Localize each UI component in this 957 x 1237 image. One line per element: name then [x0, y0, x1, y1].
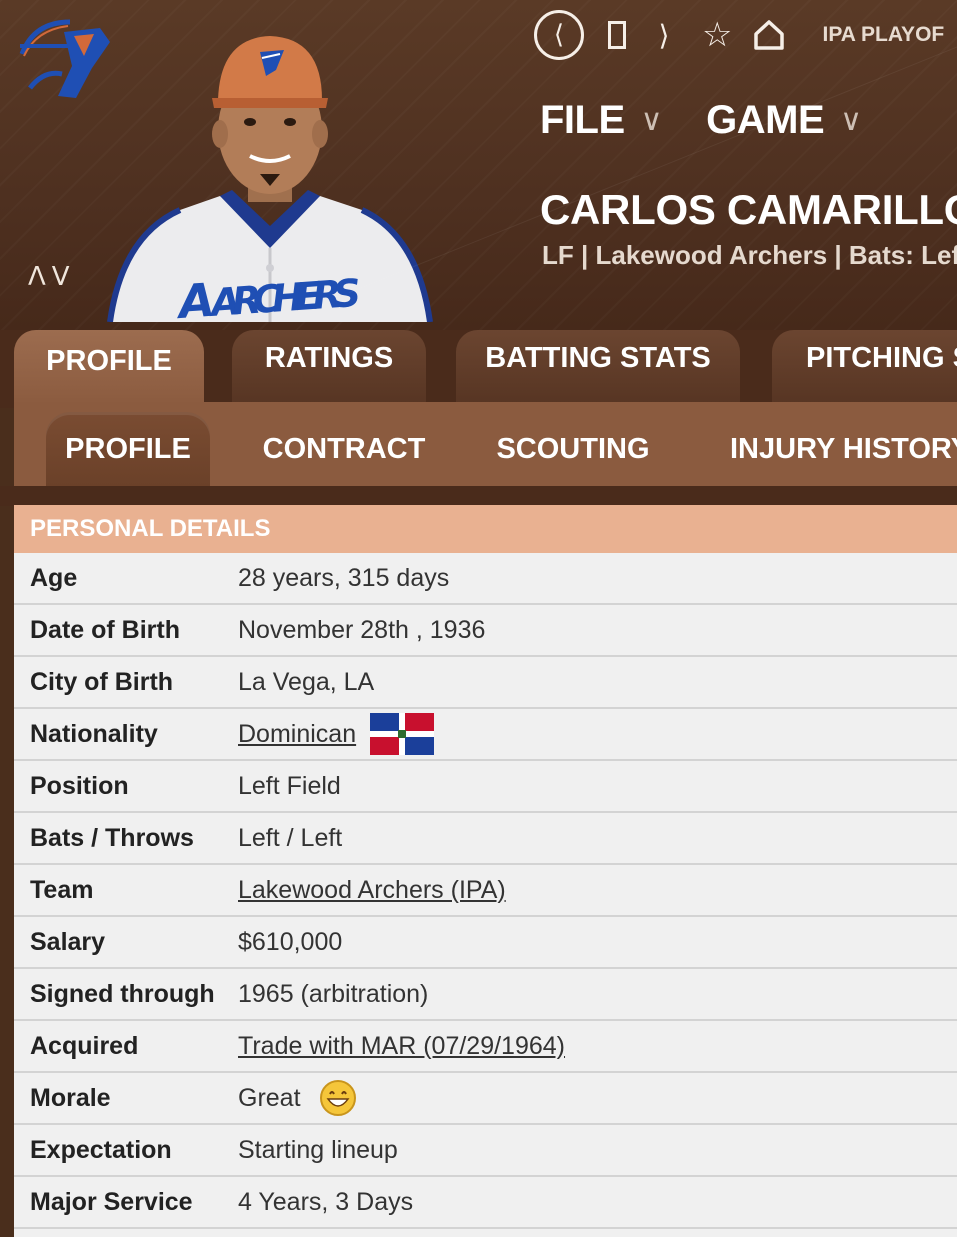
detail-label: Acquired: [30, 1031, 139, 1060]
detail-label: Age: [30, 563, 78, 592]
top-navigation: ⟨ ⟩ ☆ IPA PLAYOF: [534, 8, 944, 62]
chevron-down-icon: ∨: [840, 104, 862, 137]
detail-value: Left Field: [238, 771, 341, 800]
home-icon[interactable]: [752, 18, 786, 52]
detail-row-bats-throws: Bats / Throws Left / Left: [14, 813, 957, 865]
chevron-down-icon: ∨: [640, 104, 663, 137]
tab-batting-stats-label: BATTING STATS: [485, 341, 711, 374]
detail-row-signed-through: Signed through 1965 (arbitration): [14, 969, 957, 1021]
detail-row-date-of-birth: Date of Birth November 28th , 1936: [14, 605, 957, 657]
detail-label: Nationality: [30, 719, 158, 748]
player-header: ΛV A ARCHERS ⟨ ⟩ ☆ IPA PLAYOF FILE ∨ GAM…: [0, 0, 957, 330]
tab-divider-band: [0, 486, 957, 506]
back-icon[interactable]: ⟨: [534, 10, 584, 60]
detail-row-city-of-birth: City of Birth La Vega, LA: [14, 657, 957, 709]
detail-row-nationality: Nationality Dominican: [14, 709, 957, 761]
subtab-contract[interactable]: CONTRACT: [252, 412, 436, 486]
forward-icon[interactable]: ⟩: [654, 19, 674, 52]
detail-label: Major Service: [30, 1187, 193, 1216]
detail-value: 1965 (arbitration): [238, 979, 429, 1008]
personal-details-panel: PERSONAL DETAILS Age 28 years, 315 days …: [14, 505, 957, 1237]
stop-icon[interactable]: [608, 21, 626, 49]
team-link[interactable]: Lakewood Archers (IPA): [238, 876, 506, 905]
game-menu[interactable]: GAME ∨: [706, 98, 862, 143]
subtab-scouting[interactable]: SCOUTING: [484, 412, 662, 486]
section-header: PERSONAL DETAILS: [14, 505, 957, 553]
down-arrow-icon[interactable]: V: [52, 262, 76, 292]
detail-row-salary: Salary $610,000: [14, 917, 957, 969]
subtab-injury-history[interactable]: INJURY HISTORY: [712, 412, 957, 486]
league-status[interactable]: IPA PLAYOF: [822, 23, 944, 47]
detail-value: Starting lineup: [238, 1135, 398, 1164]
game-menu-label: GAME: [706, 98, 825, 142]
subtab-injury-history-label: INJURY HISTORY: [730, 432, 957, 465]
detail-label: Bats / Throws: [30, 823, 194, 852]
player-name: CARLOS CAMARILLO |: [540, 186, 957, 233]
star-icon[interactable]: ☆: [702, 15, 732, 55]
tab-ratings[interactable]: RATINGS: [232, 330, 426, 404]
detail-value-wrap: Great: [238, 1079, 357, 1117]
tab-pitching-stats-label: PITCHING S: [806, 341, 957, 374]
detail-value: $610,000: [238, 927, 343, 956]
player-nav-arrows[interactable]: ΛV: [28, 262, 76, 292]
file-menu[interactable]: FILE ∨: [540, 98, 663, 143]
file-menu-label: FILE: [540, 98, 625, 142]
detail-row-morale: Morale Great: [14, 1073, 957, 1125]
menu-bar: FILE ∨ GAME ∨: [540, 98, 906, 143]
nationality-link[interactable]: Dominican: [238, 720, 356, 749]
smiley-icon: [319, 1080, 356, 1116]
tab-profile[interactable]: PROFILE: [14, 330, 204, 410]
detail-row-position: Position Left Field: [14, 761, 957, 813]
detail-row-age: Age 28 years, 315 days: [14, 553, 957, 605]
detail-label: Team: [30, 875, 94, 904]
detail-label: Salary: [30, 927, 106, 956]
morale-value: Great: [238, 1083, 301, 1112]
subtab-scouting-label: SCOUTING: [496, 432, 650, 465]
subtab-contract-label: CONTRACT: [262, 432, 426, 465]
detail-value: 4 Years, 3 Days: [238, 1187, 414, 1216]
dominican-flag-icon: [370, 713, 435, 755]
player-subtitle: LF | Lakewood Archers | Bats: Lef: [542, 240, 957, 270]
tab-pitching-stats[interactable]: PITCHING S: [772, 330, 957, 404]
detail-label: Position: [30, 771, 129, 800]
detail-label: City of Birth: [30, 667, 174, 696]
detail-label: Signed through: [30, 979, 215, 1008]
detail-row-acquired: Acquired Trade with MAR (07/29/1964): [14, 1021, 957, 1073]
detail-value-wrap: Dominican: [238, 713, 435, 755]
detail-row-major-service: Major Service 4 Years, 3 Days: [14, 1177, 957, 1229]
player-portrait: A ARCHERS: [107, 36, 433, 322]
detail-label: Expectation: [30, 1135, 172, 1164]
detail-value: La Vega, LA: [238, 667, 375, 696]
detail-value: 28 years, 315 days: [238, 563, 450, 592]
detail-value: Left / Left: [238, 823, 343, 852]
subtab-profile[interactable]: PROFILE: [46, 412, 210, 486]
detail-label: Morale: [30, 1083, 111, 1112]
detail-row-expectation: Expectation Starting lineup: [14, 1125, 957, 1177]
detail-label: Date of Birth: [30, 615, 180, 644]
tab-batting-stats[interactable]: BATTING STATS: [456, 330, 740, 404]
acquired-trade-link[interactable]: Trade with MAR (07/29/1964): [238, 1032, 565, 1061]
detail-row-team: Team Lakewood Archers (IPA): [14, 865, 957, 917]
detail-value: November 28th , 1936: [238, 615, 486, 644]
tab-profile-label: PROFILE: [46, 344, 172, 377]
tab-ratings-label: RATINGS: [264, 341, 394, 374]
subtab-profile-label: PROFILE: [65, 432, 191, 465]
up-arrow-icon[interactable]: Λ: [28, 262, 52, 292]
